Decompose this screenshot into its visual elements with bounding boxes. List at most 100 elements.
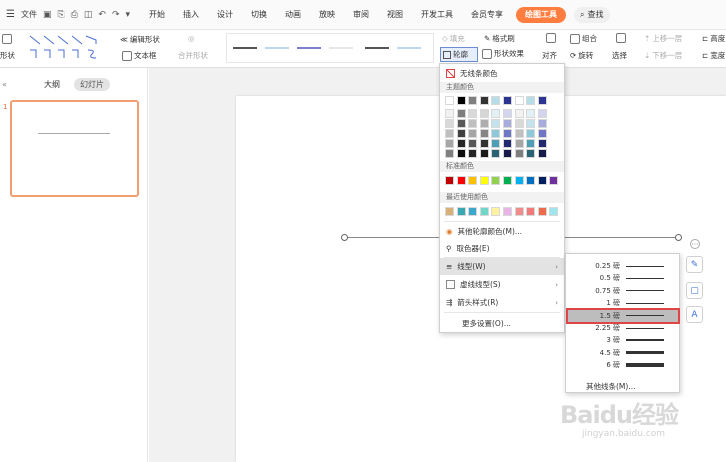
width-field[interactable]: ⊏ 宽度 (702, 50, 725, 61)
send-backward-button[interactable]: ⇣ 下移一层 (644, 50, 682, 61)
color-swatch[interactable] (503, 139, 512, 148)
color-swatch[interactable] (491, 119, 501, 128)
color-swatch[interactable] (491, 109, 501, 118)
color-swatch[interactable] (468, 109, 478, 118)
color-swatch[interactable] (479, 207, 489, 216)
color-swatch[interactable] (503, 207, 512, 216)
bring-forward-button[interactable]: ⇡ 上移一层 (644, 33, 682, 44)
color-swatch[interactable] (491, 207, 501, 216)
style-sample[interactable] (265, 47, 289, 49)
more-options-icon[interactable]: ⋯ (690, 239, 700, 249)
color-swatch[interactable] (537, 139, 547, 148)
color-swatch[interactable] (514, 176, 524, 185)
color-swatch[interactable] (526, 119, 536, 128)
color-swatch[interactable] (526, 96, 536, 105)
color-swatch[interactable] (549, 207, 559, 216)
color-swatch[interactable] (526, 129, 536, 138)
line-weight-option[interactable]: 6 磅 (568, 359, 678, 371)
color-swatch[interactable] (456, 207, 466, 216)
color-swatch[interactable] (445, 96, 454, 105)
color-swatch[interactable] (468, 119, 478, 128)
align-button[interactable]: 对齐 (542, 50, 557, 61)
style-sample[interactable] (233, 47, 257, 49)
color-swatch[interactable] (479, 176, 489, 185)
color-swatch[interactable] (503, 109, 512, 118)
style-sample[interactable] (365, 47, 389, 49)
select-icon[interactable] (616, 33, 626, 43)
merge-shape-button[interactable]: 合并形状 (178, 50, 208, 61)
color-swatch[interactable] (491, 129, 501, 138)
style-sample[interactable] (397, 47, 421, 49)
ribbon-tab[interactable]: 动画 (276, 0, 310, 30)
line-weight-option[interactable]: 3 磅 (568, 334, 678, 346)
color-swatch[interactable] (526, 139, 536, 148)
preview-icon[interactable]: ◫ (84, 10, 93, 20)
redo-icon[interactable]: ↷ (112, 10, 120, 20)
rotate-button[interactable]: ⟳ 旋转 (570, 50, 593, 61)
color-swatch[interactable] (537, 149, 547, 158)
line-weight-option[interactable]: 1.5 磅 (566, 307, 680, 324)
slide-thumbnail[interactable] (10, 100, 139, 197)
color-swatch[interactable] (456, 96, 466, 105)
style-sample[interactable] (297, 47, 321, 49)
group-button[interactable]: 组合 (570, 33, 597, 44)
height-field[interactable]: ⊏ 高度 (702, 33, 725, 44)
align-icon[interactable] (546, 33, 556, 43)
color-swatch[interactable] (537, 96, 547, 105)
color-swatch[interactable] (456, 176, 466, 185)
style-gallery[interactable] (226, 33, 434, 63)
text-box-button[interactable]: 文本框 (122, 50, 157, 61)
line-end-handle[interactable] (675, 234, 682, 241)
eyedropper-item[interactable]: ⚲ 取色器(E) (440, 240, 564, 257)
line-weight-option[interactable]: 0.25 磅 (568, 260, 678, 272)
color-swatch[interactable] (445, 129, 454, 138)
color-swatch[interactable] (491, 139, 501, 148)
color-swatch[interactable] (514, 96, 524, 105)
save-icon[interactable]: ▣ (43, 10, 52, 20)
color-swatch[interactable] (537, 129, 547, 138)
color-swatch[interactable] (468, 176, 478, 185)
select-button[interactable]: 选择 (612, 50, 627, 61)
color-swatch[interactable] (526, 176, 536, 185)
color-swatch[interactable] (514, 207, 524, 216)
color-swatch[interactable] (514, 149, 524, 158)
color-swatch[interactable] (468, 129, 478, 138)
color-swatch[interactable] (549, 176, 559, 185)
color-swatch[interactable] (445, 109, 454, 118)
color-swatch[interactable] (445, 149, 454, 158)
more-outline-colors-item[interactable]: ◉ 其他轮廓颜色(M)... (440, 223, 564, 240)
color-swatch[interactable] (514, 119, 524, 128)
collapse-icon[interactable]: « (2, 80, 7, 89)
line-weight-option[interactable]: 0.75 磅 (568, 285, 678, 297)
color-swatch[interactable] (537, 109, 547, 118)
fill-button[interactable]: ◇ 填充 (442, 33, 465, 44)
edit-shape-button[interactable]: ≪ 编辑形状 (120, 34, 160, 45)
more-lines-item[interactable]: 其他线条(M)... (586, 381, 635, 392)
text-fit-icon[interactable]: A (686, 306, 703, 323)
color-swatch[interactable] (537, 207, 547, 216)
color-swatch[interactable] (456, 129, 466, 138)
color-swatch[interactable] (468, 149, 478, 158)
color-swatch[interactable] (468, 139, 478, 148)
color-swatch[interactable] (456, 149, 466, 158)
line-style-item[interactable]: ≡ 线型(W) › (440, 258, 564, 275)
pen-tool-icon[interactable]: ✎ (686, 256, 703, 273)
color-swatch[interactable] (479, 129, 489, 138)
line-weight-option[interactable]: 0.5 磅 (568, 272, 678, 284)
shape-button[interactable] (2, 34, 12, 44)
line-weight-option[interactable]: 2.25 磅 (568, 322, 678, 334)
ribbon-tab[interactable]: 放映 (310, 0, 344, 30)
outline-button[interactable]: 轮廓 (440, 47, 478, 62)
ribbon-tab[interactable]: 设计 (208, 0, 242, 30)
search-box[interactable]: ⌕ 查找 (574, 6, 610, 23)
color-swatch[interactable] (503, 129, 512, 138)
color-swatch[interactable] (479, 149, 489, 158)
color-swatch[interactable] (503, 119, 512, 128)
tab-outline[interactable]: 大纲 (38, 78, 66, 91)
format-painter-button[interactable]: ✎ 格式刷 (484, 33, 515, 44)
color-swatch[interactable] (491, 176, 501, 185)
no-line-color-item[interactable]: 无线条颜色 (440, 65, 564, 82)
color-swatch[interactable] (526, 149, 536, 158)
color-swatch[interactable] (468, 207, 478, 216)
ribbon-tab[interactable]: 审阅 (344, 0, 378, 30)
